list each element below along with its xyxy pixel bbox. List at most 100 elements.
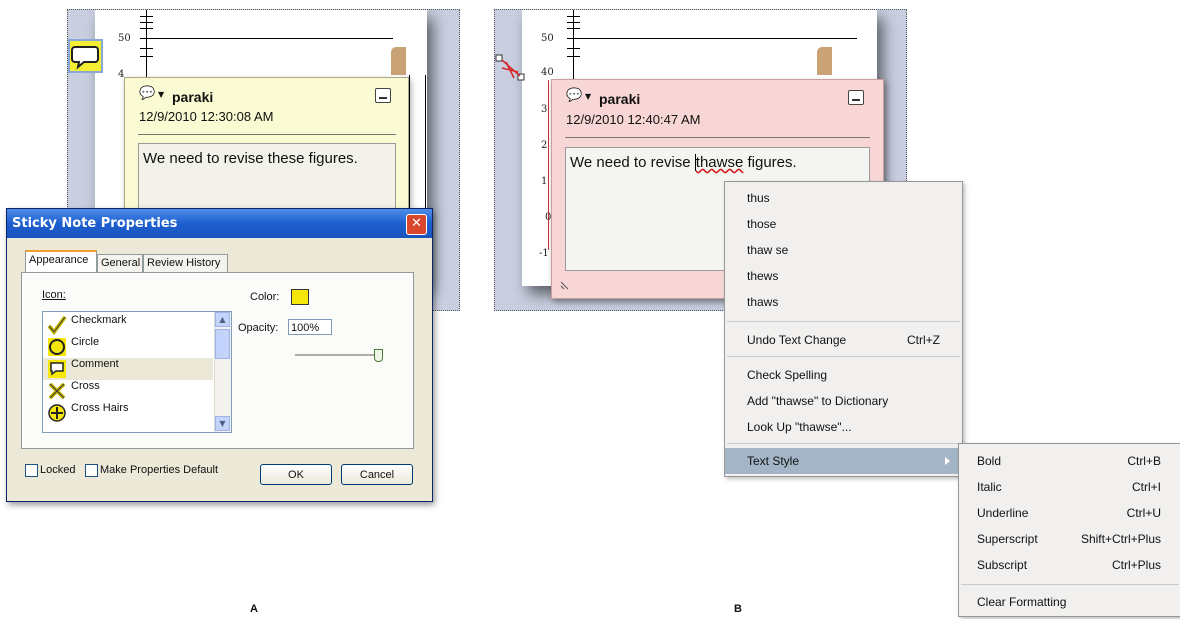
panel-caption-b: B: [734, 603, 742, 615]
comment-bubble-icon[interactable]: 💬: [566, 88, 582, 103]
menu-separator: [961, 584, 1179, 585]
comment-bubble-icon[interactable]: 💬: [139, 86, 155, 101]
close-button[interactable]: ✕: [406, 214, 427, 235]
icon-label: Icon:: [42, 289, 66, 301]
scroll-thumb[interactable]: [215, 329, 230, 359]
tab-review-history[interactable]: Review History: [143, 254, 228, 272]
tick-label: 50: [118, 33, 131, 44]
menu-item-label: Bold: [977, 454, 1002, 468]
comment-icon: [48, 360, 66, 378]
tick-label: 2: [541, 140, 548, 151]
menu-item-shortcut: Ctrl+U: [1126, 506, 1161, 520]
gridline: [140, 38, 393, 39]
dialog-title-bar[interactable]: Sticky Note Properties ✕: [7, 209, 432, 238]
opacity-field[interactable]: 100%: [288, 319, 332, 335]
submenu-item-underline[interactable]: Underline Ctrl+U: [959, 500, 1180, 526]
menu-item-text-style[interactable]: Text Style: [725, 448, 962, 474]
menu-item-label: those: [747, 217, 777, 231]
color-swatch[interactable]: [290, 288, 310, 306]
list-item[interactable]: Checkmark: [43, 314, 213, 336]
menu-item-add-to-dictionary[interactable]: Add "thawse" to Dictionary: [725, 388, 962, 414]
menu-item-suggestion[interactable]: those: [725, 211, 962, 237]
menu-item-shortcut: Ctrl+Plus: [1111, 558, 1161, 572]
cancel-button[interactable]: Cancel: [341, 464, 413, 485]
menu-separator: [727, 443, 960, 444]
tick-label: 40: [541, 67, 554, 78]
scroll-up-button[interactable]: ▲: [215, 312, 230, 327]
chevron-down-icon[interactable]: ▼: [585, 92, 591, 101]
list-item-label: Cross: [71, 380, 100, 392]
menu-item-label: Undo Text Change: [747, 333, 847, 347]
menu-item-shortcut: Shift+Ctrl+Plus: [1080, 532, 1161, 546]
text-style-submenu: Bold Ctrl+B Italic Ctrl+I Underline Ctrl…: [958, 443, 1180, 617]
panel-caption-a: A: [250, 603, 258, 615]
submenu-item-subscript[interactable]: Subscript Ctrl+Plus: [959, 552, 1180, 578]
submenu-item-superscript[interactable]: Superscript Shift+Ctrl+Plus: [959, 526, 1180, 552]
note-text-before: We need to revise: [570, 154, 695, 171]
list-item[interactable]: Cross: [43, 380, 213, 402]
locked-checkbox[interactable]: [25, 464, 38, 477]
opacity-slider-track[interactable]: [295, 354, 380, 357]
cross-hairs-icon: [48, 404, 66, 422]
list-item-label: Circle: [71, 336, 100, 348]
resize-grip-icon[interactable]: [560, 278, 572, 290]
menu-item-suggestion[interactable]: thaws: [725, 289, 962, 315]
menu-item-label: Underline: [977, 506, 1029, 520]
scroll-down-button[interactable]: ▼: [215, 416, 230, 431]
tick: [140, 56, 153, 57]
tick: [567, 56, 580, 57]
minimize-button[interactable]: [848, 90, 864, 105]
list-item-selected[interactable]: Comment: [43, 358, 213, 380]
tick-label: 50: [541, 33, 554, 44]
menu-item-label: Superscript: [977, 532, 1038, 546]
tick: [140, 28, 153, 29]
misspelled-word[interactable]: thawse: [694, 154, 744, 171]
note-author: paraki: [172, 89, 214, 105]
menu-item-shortcut: Ctrl+B: [1127, 454, 1161, 468]
menu-item-label: Add "thawse" to Dictionary: [747, 394, 889, 408]
tab-general[interactable]: General: [97, 254, 143, 272]
note-author: paraki: [599, 91, 641, 107]
menu-item-suggestion[interactable]: thews: [725, 263, 962, 289]
menu-separator: [727, 321, 960, 322]
tick: [567, 16, 580, 17]
tick: [567, 28, 580, 29]
menu-item-label: Subscript: [977, 558, 1028, 572]
note-date: 12/9/2010 12:40:47 AM: [566, 112, 701, 127]
tab-appearance[interactable]: Appearance: [25, 250, 97, 273]
annotation-handle-icon[interactable]: [494, 52, 530, 88]
circle-icon: [48, 338, 66, 356]
submenu-item-italic[interactable]: Italic Ctrl+I: [959, 474, 1180, 500]
submenu-item-bold[interactable]: Bold Ctrl+B: [959, 448, 1180, 474]
list-scrollbar[interactable]: ▲ ▼: [214, 312, 231, 432]
menu-item-shortcut: Ctrl+Z: [907, 333, 940, 347]
tick-label: 1: [541, 176, 548, 187]
menu-item-check-spelling[interactable]: Check Spelling: [725, 362, 962, 388]
ok-button[interactable]: OK: [260, 464, 332, 485]
locked-label: Locked: [40, 464, 76, 476]
list-item-label: Cross Hairs: [71, 402, 129, 414]
chevron-down-icon[interactable]: ▼: [158, 90, 164, 99]
icon-listbox[interactable]: Checkmark Circle Comment Cross Cross Hai…: [42, 311, 232, 433]
menu-item-look-up[interactable]: Look Up "thawse"...: [725, 414, 962, 440]
dialog-title: Sticky Note Properties: [12, 216, 178, 231]
list-item[interactable]: Cross Hairs: [43, 402, 213, 424]
tick: [140, 16, 153, 17]
menu-item-suggestion[interactable]: thus: [725, 185, 962, 211]
tick: [140, 22, 153, 23]
tick: [567, 22, 580, 23]
menu-item-shortcut: Ctrl+I: [1131, 480, 1161, 494]
list-item-label: Comment: [71, 358, 119, 370]
minimize-button[interactable]: [375, 88, 391, 103]
menu-item-undo[interactable]: Undo Text Change Ctrl+Z: [725, 327, 962, 353]
tick: [567, 48, 580, 49]
make-default-checkbox[interactable]: [85, 464, 98, 477]
comment-icon[interactable]: [68, 39, 103, 73]
opacity-slider-thumb[interactable]: [374, 349, 383, 362]
submenu-item-clear-formatting[interactable]: Clear Formatting: [959, 589, 1180, 615]
divider: [565, 137, 870, 138]
list-item[interactable]: Circle: [43, 336, 213, 358]
note-date: 12/9/2010 12:30:08 AM: [139, 109, 274, 124]
page-tab-marker: [391, 47, 406, 75]
menu-item-suggestion[interactable]: thaw se: [725, 237, 962, 263]
